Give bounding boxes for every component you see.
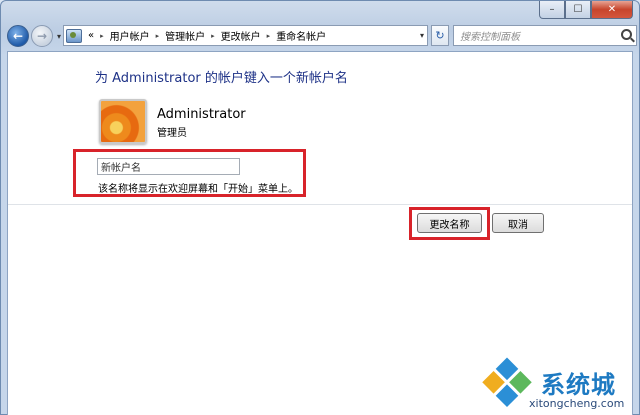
watermark: 系统城 xitongcheng.com <box>481 357 631 411</box>
change-name-button[interactable]: 更改名称 <box>417 213 482 233</box>
window-frame: – ☐ ✕ ← → ▾ « ▸ 用户帐户 ▸ 管理帐户 ▸ 更改帐户 ▸ 重命名… <box>0 0 640 415</box>
avatar <box>99 99 147 144</box>
address-dropdown-icon[interactable]: ▾ <box>420 31 424 40</box>
search-placeholder: 搜索控制面板 <box>460 32 520 43</box>
cancel-button[interactable]: 取消 <box>492 213 544 233</box>
user-accounts-icon <box>66 28 82 43</box>
rename-hint: 该名称将显示在欢迎屏幕和「开始」菜单上。 <box>98 184 298 195</box>
address-bar[interactable]: « ▸ 用户帐户 ▸ 管理帐户 ▸ 更改帐户 ▸ 重命名帐户 ▾ <box>63 25 428 46</box>
close-button[interactable]: ✕ <box>591 1 633 19</box>
watermark-title: 系统城 <box>541 371 616 399</box>
forward-arrow-icon[interactable]: → <box>31 25 53 47</box>
search-icon[interactable] <box>621 29 632 40</box>
refresh-icon[interactable]: ↻ <box>431 25 449 46</box>
back-arrow-icon[interactable]: ← <box>7 25 29 47</box>
search-input[interactable]: 搜索控制面板 <box>453 25 637 46</box>
navigation-bar: ← → ▾ « ▸ 用户帐户 ▸ 管理帐户 ▸ 更改帐户 ▸ 重命名帐户 ▾ ↻… <box>7 23 637 49</box>
breadcrumb-separator[interactable]: ▸ <box>100 32 104 40</box>
breadcrumb-item[interactable]: 用户帐户 <box>110 28 150 43</box>
breadcrumb-item[interactable]: 更改帐户 <box>221 28 261 43</box>
minimize-button[interactable]: – <box>539 1 565 19</box>
divider <box>8 204 632 205</box>
page-title: 为 Administrator 的帐户键入一个新帐户名 <box>95 71 348 86</box>
breadcrumb-separator[interactable]: ▸ <box>156 32 160 40</box>
breadcrumb-separator[interactable]: ▸ <box>267 32 271 40</box>
breadcrumb-item[interactable]: 管理帐户 <box>165 28 205 43</box>
account-name: Administrator <box>157 107 246 122</box>
caption-buttons: – ☐ ✕ <box>539 1 633 19</box>
account-role: 管理员 <box>157 128 187 139</box>
address-overflow[interactable]: « <box>88 30 94 41</box>
watermark-subtitle: xitongcheng.com <box>529 397 625 410</box>
new-account-name-input[interactable] <box>97 158 240 175</box>
watermark-logo-icon <box>482 357 533 409</box>
maximize-button[interactable]: ☐ <box>565 1 591 19</box>
breadcrumb-item[interactable]: 重命名帐户 <box>276 28 326 43</box>
breadcrumb-separator[interactable]: ▸ <box>211 32 215 40</box>
